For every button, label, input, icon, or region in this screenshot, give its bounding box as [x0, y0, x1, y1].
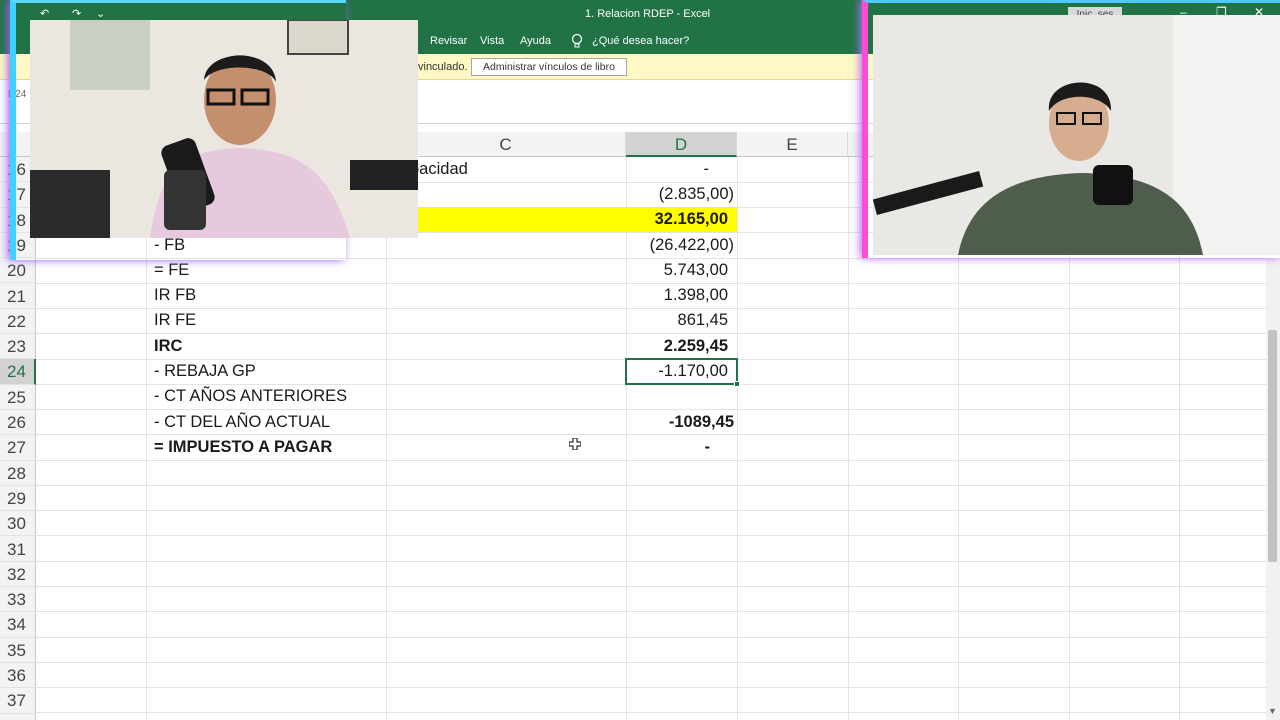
- webcam-left: [30, 20, 418, 238]
- column-header-c[interactable]: C: [386, 132, 626, 157]
- cell-b21[interactable]: IR FB: [154, 283, 196, 308]
- cell-b24[interactable]: - REBAJA GP: [154, 359, 256, 384]
- manage-links-button[interactable]: Administrar vínculos de libro: [471, 58, 627, 76]
- cell-d18[interactable]: 32.165,00: [626, 207, 728, 232]
- row-header[interactable]: 26: [0, 410, 36, 436]
- grid-line: [386, 157, 387, 720]
- grid-line: [36, 586, 1266, 587]
- grid-line: [36, 535, 1266, 536]
- cell-d16[interactable]: -: [626, 157, 710, 182]
- message-text: vinculado.: [418, 61, 468, 73]
- cell-cursor-icon: [569, 438, 581, 450]
- grid-line: [36, 561, 1266, 562]
- webcam-right: [873, 15, 1280, 255]
- cell-b20[interactable]: = FE: [154, 258, 189, 283]
- tab-vista[interactable]: Vista: [480, 35, 504, 47]
- vertical-scroll-thumb[interactable]: [1268, 330, 1277, 562]
- grid-line: [36, 485, 1266, 486]
- grid-line: [36, 611, 1266, 612]
- row-header[interactable]: 37: [0, 688, 36, 714]
- grid-line: [36, 687, 1266, 688]
- cell-b23[interactable]: IRC: [154, 334, 182, 359]
- fill-handle[interactable]: [734, 381, 740, 387]
- row-header[interactable]: 25: [0, 385, 36, 410]
- cell-d23[interactable]: 2.259,45: [626, 334, 728, 359]
- row-header[interactable]: 22: [0, 309, 36, 335]
- cell-b22[interactable]: IR FE: [154, 308, 196, 333]
- row-header[interactable]: 23: [0, 334, 36, 360]
- cell-d27[interactable]: -: [626, 435, 711, 460]
- cell-b27[interactable]: = IMPUESTO A PAGAR: [154, 435, 332, 460]
- lightbulb-icon: [571, 33, 583, 48]
- row-header[interactable]: 32: [0, 562, 36, 588]
- row-header[interactable]: 21: [0, 284, 36, 309]
- row-header[interactable]: 31: [0, 537, 36, 562]
- cell-d17[interactable]: (2.835,00): [626, 182, 734, 207]
- row-header[interactable]: 20: [0, 258, 36, 284]
- cell-b26[interactable]: - CT DEL AÑO ACTUAL: [154, 410, 330, 435]
- cell-d21[interactable]: 1.398,00: [626, 283, 728, 308]
- row-header[interactable]: 35: [0, 638, 36, 663]
- screen: ↶ ↷ ⌄ 1. Relacion RDEP - Excel Inic. ses…: [0, 0, 1280, 720]
- grid-line: [36, 637, 1266, 638]
- grid-line: [36, 460, 1266, 461]
- active-cell-border: [625, 358, 738, 385]
- tab-revisar[interactable]: Revisar: [430, 35, 467, 47]
- webcam-person-right: [873, 15, 1280, 255]
- window-title: 1. Relacion RDEP - Excel: [585, 8, 711, 20]
- tab-ayuda[interactable]: Ayuda: [520, 35, 551, 47]
- webcam-person-left: [30, 20, 418, 238]
- cell-c16[interactable]: pacidad: [410, 157, 468, 182]
- scroll-down-icon[interactable]: ▼: [1268, 706, 1277, 716]
- row-header[interactable]: 27: [0, 435, 36, 461]
- row-header[interactable]: 30: [0, 511, 36, 537]
- cell-b25[interactable]: - CT AÑOS ANTERIORES: [154, 384, 347, 409]
- row-header[interactable]: 33: [0, 587, 36, 613]
- grid-line: [848, 157, 849, 720]
- row-header[interactable]: 29: [0, 486, 36, 512]
- row-header-selected[interactable]: 24: [0, 359, 36, 385]
- grid-line: [36, 510, 1266, 511]
- row-header[interactable]: 28: [0, 461, 36, 486]
- column-header-d[interactable]: D: [626, 132, 737, 157]
- cell-d22[interactable]: 861,45: [626, 308, 728, 333]
- cell-d20[interactable]: 5.743,00: [626, 258, 728, 283]
- grid-line: [737, 157, 738, 720]
- tell-me-search[interactable]: ¿Qué desea hacer?: [592, 35, 689, 47]
- column-header-e[interactable]: E: [737, 132, 848, 157]
- grid-line: [36, 712, 1266, 713]
- cell-d19[interactable]: (26.422,00): [626, 233, 734, 258]
- row-header[interactable]: 34: [0, 612, 36, 638]
- grid-line: [36, 662, 1266, 663]
- row-header[interactable]: 36: [0, 663, 36, 689]
- cell-d26[interactable]: -1089,45: [626, 410, 734, 435]
